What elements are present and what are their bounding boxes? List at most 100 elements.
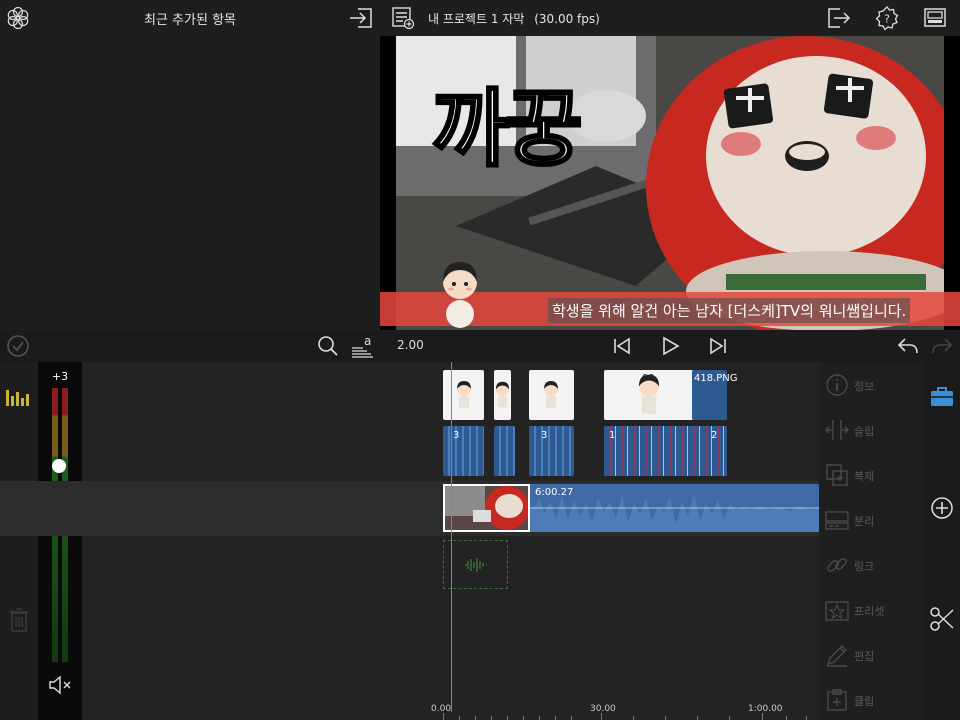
info-icon — [826, 374, 848, 396]
current-time: 2.00 — [397, 338, 424, 352]
title-overlay[interactable]: 까꿍 — [431, 62, 585, 183]
video-preview[interactable]: 까꿍 학생을 위해 알건 아는 남자 [더스케]TV의 워니쌤입니다. — [380, 36, 960, 330]
volume-slider-knob[interactable] — [52, 459, 66, 473]
trash-icon[interactable] — [9, 608, 29, 632]
action-preset[interactable]: 프리셋 — [819, 590, 923, 630]
export-icon[interactable] — [826, 5, 852, 31]
subtitle-overlay[interactable]: 학생을 위해 알건 아는 남자 [더스케]TV의 워니쌤입니다. — [548, 298, 911, 323]
detach-icon — [825, 511, 849, 530]
ruler-tick — [491, 716, 492, 720]
character-thumb — [457, 381, 471, 408]
link-icon — [827, 558, 847, 572]
text-clip-num: 2 — [711, 430, 718, 441]
browser-title: 최근 추가된 항목 — [144, 13, 236, 28]
ruler-tick — [697, 716, 698, 720]
play-icon[interactable] — [658, 334, 682, 358]
project-title: 내 프로젝트 1 자막 (30.00 fps) — [428, 10, 600, 27]
ruler-tick — [601, 713, 602, 720]
text-clip[interactable] — [443, 426, 484, 476]
text-clip[interactable] — [604, 426, 727, 476]
character-thumb — [638, 374, 660, 414]
character-thumb — [495, 381, 510, 408]
skip-forward-icon[interactable] — [706, 334, 730, 358]
action-label: 링크 — [854, 560, 875, 573]
ruler-mark: 1:00.00 — [748, 704, 783, 714]
project-settings-icon[interactable] — [390, 5, 416, 31]
import-icon[interactable] — [348, 6, 374, 30]
svg-text:?: ? — [884, 13, 890, 26]
volume-meter: +3 — [38, 362, 82, 720]
action-label: 슬립 — [854, 425, 875, 438]
project-header: 내 프로젝트 1 자막 (30.00 fps) ? — [380, 0, 960, 36]
clip-actions-panel: 정보 슬립 복제 분리 링크 프리셋 편집 클립 — [819, 362, 923, 720]
ruler-tick — [539, 716, 540, 720]
text-clip[interactable] — [494, 426, 515, 476]
text-size-icon[interactable]: a — [351, 334, 375, 358]
media-browser: 최근 추가된 항목 — [0, 0, 380, 330]
mute-icon[interactable] — [48, 674, 72, 696]
ruler-tick — [571, 716, 572, 720]
ruler-tick — [633, 716, 634, 720]
text-clip[interactable] — [529, 426, 574, 476]
action-slip[interactable]: 슬립 — [819, 410, 923, 450]
waveform-icon — [465, 558, 487, 572]
action-label: 복제 — [854, 470, 875, 483]
ruler-tick — [459, 716, 460, 720]
character-thumb — [544, 381, 558, 408]
ruler-tick — [443, 713, 444, 720]
ruler-tick — [729, 716, 730, 720]
preset-icon — [825, 601, 849, 621]
video-clip[interactable] — [443, 484, 530, 532]
action-duplicate[interactable]: 복제 — [819, 455, 923, 495]
skip-back-icon[interactable] — [610, 334, 634, 358]
action-label: 편집 — [854, 650, 875, 663]
right-toolbar — [923, 362, 960, 720]
slip-icon — [825, 420, 849, 440]
ruler-tick — [507, 716, 508, 720]
character-sticker[interactable] — [438, 256, 482, 328]
action-label: 분리 — [854, 515, 875, 528]
audio-duration: 6:00.27 — [535, 487, 574, 498]
layout-icon[interactable] — [922, 5, 948, 31]
volume-level: +3 — [51, 370, 69, 383]
video-clip-thumbnail — [445, 486, 528, 530]
edit-icon — [826, 645, 847, 667]
project-fps: (30.00 fps) — [534, 12, 600, 26]
duplicate-icon — [826, 464, 848, 486]
ruler-tick — [806, 716, 807, 720]
add-audio-slot[interactable] — [443, 540, 508, 589]
action-label: 프리셋 — [854, 605, 885, 618]
ruler-tick — [523, 716, 524, 720]
search-icon[interactable] — [316, 334, 340, 358]
ruler-tick — [762, 713, 763, 720]
transport-bar: a 2.00 — [0, 330, 960, 362]
playhead[interactable] — [451, 362, 452, 712]
audio-levels-icon[interactable] — [6, 388, 30, 406]
ruler-mark: 30.00 — [590, 704, 616, 714]
text-clip-num: 3 — [453, 430, 460, 441]
toolbox-icon[interactable] — [929, 384, 955, 410]
ruler-tick — [665, 716, 666, 720]
action-detach[interactable]: 분리 — [819, 500, 923, 540]
add-icon[interactable] — [929, 495, 955, 521]
svg-text:a: a — [364, 334, 371, 348]
ruler-mark: 0.00 — [431, 704, 452, 714]
ruler-tick — [475, 716, 476, 720]
text-clip-num: 1 — [609, 430, 616, 441]
redo-icon[interactable] — [930, 334, 954, 358]
action-link[interactable]: 링크 — [819, 545, 923, 585]
action-clip[interactable]: 클립 — [819, 680, 923, 720]
help-icon[interactable]: ? — [874, 5, 900, 31]
action-label: 정보 — [854, 380, 875, 393]
track-header-strip — [0, 362, 38, 720]
project-name: 내 프로젝트 1 자막 — [428, 12, 525, 26]
text-clip-num: 3 — [541, 430, 548, 441]
ruler-tick — [555, 716, 556, 720]
checkmark-icon[interactable] — [6, 334, 30, 358]
action-info[interactable]: 정보 — [819, 365, 923, 405]
undo-icon[interactable] — [896, 334, 920, 358]
clip-icon — [827, 689, 847, 711]
png-clip-label: 418.PNG — [694, 373, 738, 384]
scissors-icon[interactable] — [929, 606, 955, 632]
action-edit[interactable]: 편집 — [819, 635, 923, 675]
